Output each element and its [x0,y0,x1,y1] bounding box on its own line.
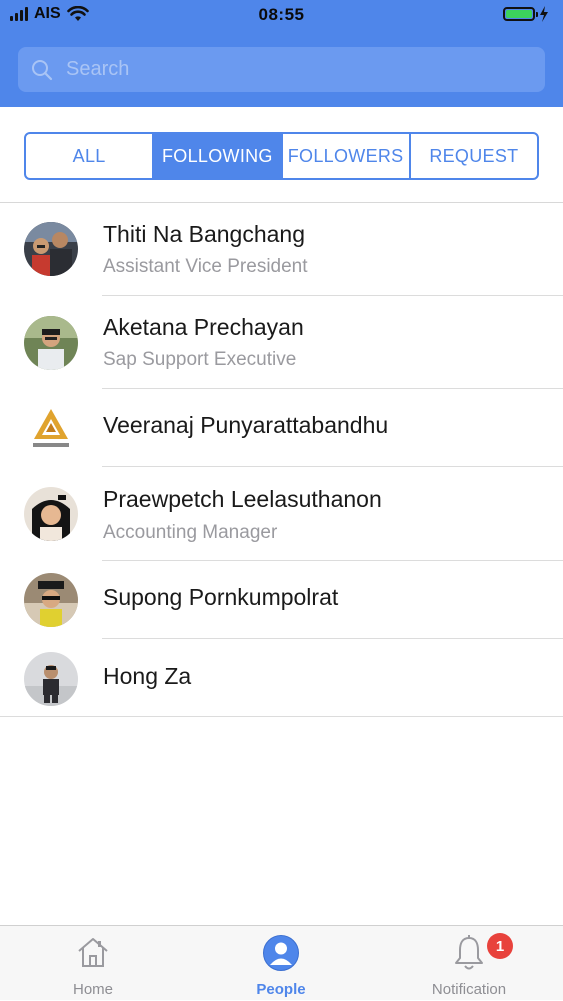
status-bar: AIS 08:55 [0,0,563,32]
top-header: AIS 08:55 [0,0,563,107]
person-name: Aketana Prechayan [103,314,304,340]
tab-people[interactable]: People [211,926,351,1001]
person-title: Accounting Manager [103,522,278,543]
list-item[interactable]: Aketana Prechayan Sap Support Executive [0,296,563,389]
person-icon [263,935,299,971]
tab-request[interactable]: REQUEST [411,134,537,178]
avatar [24,316,78,370]
avatar [24,487,78,541]
tab-home-label: Home [72,981,113,998]
search-bar[interactable] [18,47,545,92]
list-item[interactable]: Praewpetch Leelasuthanon Accounting Mana… [0,467,563,561]
tab-people-label: People [256,981,306,998]
home-icon [78,938,108,967]
person-name: Hong Za [103,663,192,689]
filter-segmented-control: ALL FOLLOWING FOLLOWERS REQUEST [24,132,539,180]
tab-home[interactable]: Home [23,926,163,1001]
notification-badge: 1 [487,933,513,959]
tcc-group-logo [24,401,78,455]
bottom-tab-bar: Home People 1 Notification [0,925,563,1000]
tab-notification-label: Notification [431,981,507,998]
people-list: Thiti Na Bangchang Assistant Vice Presid… [0,203,563,717]
tab-followers[interactable]: FOLLOWERS [283,134,411,178]
avatar [24,652,78,706]
bell-icon [455,935,483,970]
person-name: Thiti Na Bangchang [103,221,306,247]
tab-following[interactable]: FOLLOWING [154,134,283,178]
list-item[interactable]: Supong Pornkumpolrat [0,561,563,639]
person-name: Supong Pornkumpolrat [103,584,339,610]
battery-indicator [503,6,549,22]
tab-notification[interactable]: 1 Notification [399,926,539,1001]
avatar [24,573,78,627]
person-title: Assistant Vice President [103,256,308,277]
avatar [24,222,78,276]
list-item[interactable]: Veeranaj Punyarattabandhu [0,389,563,467]
tab-all[interactable]: ALL [26,134,155,178]
list-item[interactable]: Hong Za [0,639,563,717]
search-input[interactable] [64,48,545,91]
clock: 08:55 [258,5,305,24]
person-title: Sap Support Executive [103,349,297,370]
charging-bolt-icon [540,6,548,22]
battery-fill [506,10,532,18]
person-name: Praewpetch Leelasuthanon [103,486,382,512]
list-item[interactable]: Thiti Na Bangchang Assistant Vice Presid… [0,203,563,296]
search-icon [32,59,53,80]
person-name: Veeranaj Punyarattabandhu [103,412,389,438]
row-separator [0,716,563,717]
battery-icon [503,7,538,21]
